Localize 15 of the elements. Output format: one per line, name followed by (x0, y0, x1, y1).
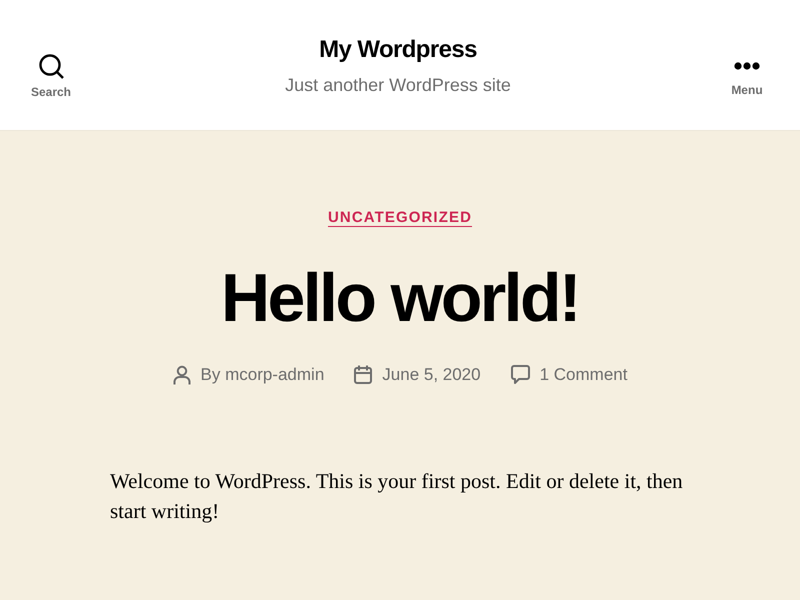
speech-bubble-icon (510, 365, 530, 384)
author-link[interactable]: By mcorp-admin (200, 364, 324, 385)
menu-icon (734, 62, 760, 70)
date-link[interactable]: June 5, 2020 (382, 364, 481, 385)
post-title: Hello world! (221, 261, 579, 336)
menu-button[interactable]: Menu (694, 62, 800, 97)
site-title[interactable]: My Wordpress (319, 36, 477, 64)
search-icon (38, 54, 64, 79)
category-link[interactable]: UNCATEGORIZED (328, 209, 472, 226)
person-icon (172, 364, 191, 385)
calendar-icon (354, 365, 372, 384)
post-body-text: Welcome to WordPress. This is your first post. Edit or delete it, then start writing! (110, 468, 684, 525)
comments-link[interactable]: 1 Comment (540, 364, 628, 385)
search-button[interactable]: Search (0, 54, 102, 99)
site-tagline: Just another WordPress site (285, 75, 511, 96)
